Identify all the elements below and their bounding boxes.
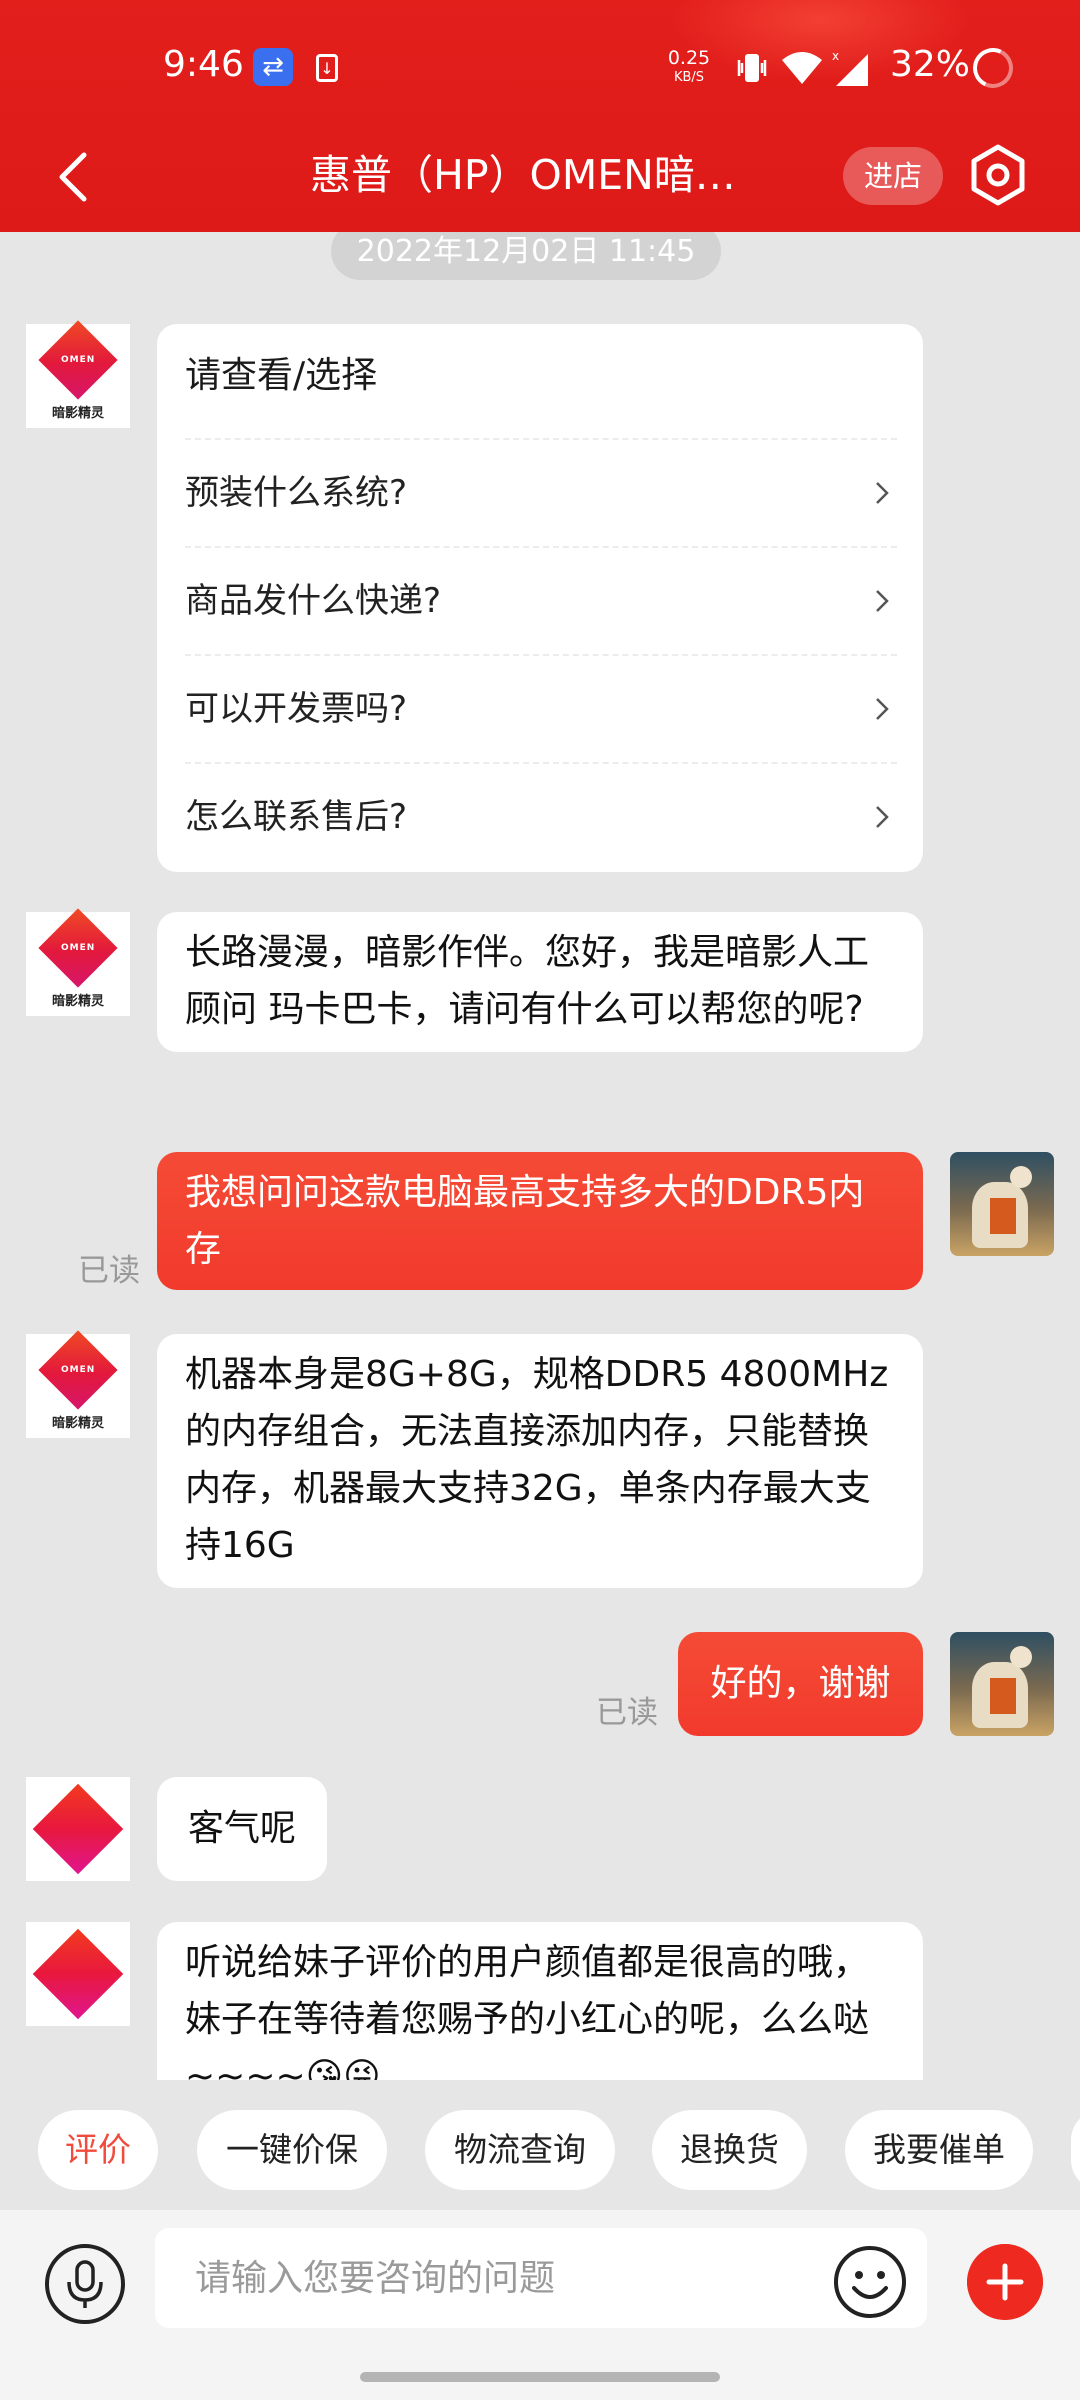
faq-item-shipping[interactable]: 商品发什么快递?: [185, 546, 897, 656]
quick-action-logistics[interactable]: 物流查询: [425, 2110, 615, 2190]
omen-logo-text: OMEN: [60, 1364, 96, 1375]
quick-actions-bar: 评价 一键价保 物流查询 退换货 我要催单: [0, 2080, 1080, 2210]
message-bubble-user[interactable]: 好的，谢谢: [678, 1632, 923, 1736]
avatar-head: [1010, 1646, 1032, 1668]
microphone-icon[interactable]: [45, 2244, 125, 2324]
nav-bar: 惠普（HP）OMEN暗… 进店: [0, 135, 1080, 232]
chevron-right-icon: [876, 482, 889, 504]
message-text: 我想问问这款电脑最高支持多大的DDR5内存: [185, 1172, 865, 1270]
message-bubble-user[interactable]: 我想问问这款电脑最高支持多大的DDR5内存: [157, 1152, 923, 1290]
status-time: 9:46: [163, 44, 244, 85]
read-status: 已读: [596, 1695, 658, 1731]
omen-logo-text: OMEN: [60, 354, 96, 365]
microphone-glyph: [67, 2260, 103, 2308]
chevron-right-icon: [876, 698, 889, 720]
quick-action-more[interactable]: [1071, 2110, 1080, 2190]
message-text: 好的，谢谢: [710, 1663, 891, 1704]
message-bubble-shop[interactable]: 长路漫漫，暗影作伴。您好，我是暗影人工顾问 玛卡巴卡，请问有什么可以帮您的呢?: [157, 912, 923, 1052]
omen-logo-text: OMEN: [60, 942, 96, 953]
message-text: 客气呢: [187, 1808, 296, 1849]
shop-avatar-caption: 暗影精灵: [51, 993, 104, 1009]
enter-store-button[interactable]: 进店: [843, 147, 943, 205]
omen-logo: OMEN: [38, 907, 118, 988]
shop-avatar[interactable]: OMEN 暗影精灵: [26, 319, 130, 428]
settings-icon[interactable]: [964, 141, 1032, 209]
home-indicator[interactable]: [360, 2372, 720, 2382]
page-title: 惠普（HP）OMEN暗…: [310, 151, 736, 199]
faq-menu-heading: 请查看/选择: [185, 355, 378, 396]
faq-item-invoice[interactable]: 可以开发票吗?: [185, 654, 897, 764]
message-text: 听说给妹子评价的用户颜值都是很高的哦，妹子在等待着您赐予的小红心的呢，么么哒~~…: [185, 1942, 870, 2080]
message-text: 长路漫漫，暗影作伴。您好，我是暗影人工顾问 玛卡巴卡，请问有什么可以帮您的呢?: [185, 932, 870, 1030]
shop-avatar[interactable]: [26, 1922, 130, 2026]
chat-timestamp: 2022年12月02日 11:45: [331, 232, 721, 280]
message-input[interactable]: [155, 2228, 927, 2328]
message-bubble-shop[interactable]: 客气呢: [157, 1777, 327, 1881]
shop-logo: [32, 1928, 124, 2020]
status-bar: 9:46 ⇄ ↓ 0.25 KB/S x 32%: [0, 0, 1080, 135]
faq-item-label: 预装什么系统?: [185, 473, 408, 513]
shop-avatar-caption: 暗影精灵: [51, 405, 104, 421]
wifi-icon: [782, 52, 822, 84]
shop-avatar[interactable]: [26, 1777, 130, 1881]
signal-icon: x: [832, 49, 868, 86]
header: 9:46 ⇄ ↓ 0.25 KB/S x 32% 惠普（HP）OMEN暗… 进店: [0, 0, 1080, 232]
quick-action-review[interactable]: 评价: [38, 2110, 158, 2190]
shop-avatar[interactable]: OMEN 暗影精灵: [26, 1329, 130, 1438]
avatar-detail: [990, 1678, 1016, 1714]
battery-percent: 32%: [890, 44, 971, 85]
vibrate-icon: [737, 54, 767, 82]
quick-action-price-protect[interactable]: 一键价保: [197, 2110, 387, 2190]
omen-logo: OMEN: [38, 319, 118, 400]
back-icon[interactable]: [46, 145, 102, 209]
input-bar: [0, 2210, 1080, 2400]
battery-icon: [967, 42, 1019, 94]
read-status: 已读: [78, 1253, 140, 1289]
network-speed-unit: KB/S: [673, 70, 705, 85]
chevron-right-icon: [876, 590, 889, 612]
faq-menu-card: 请查看/选择 预装什么系统? 商品发什么快递? 可以开发票吗? 怎么联系售后?: [157, 324, 923, 872]
network-speed: 0.25 KB/S: [664, 48, 714, 88]
faq-item-label: 怎么联系售后?: [185, 797, 408, 837]
omen-logo: OMEN: [38, 1329, 118, 1410]
download-notification-icon: ↓: [316, 54, 338, 82]
shop-avatar-caption: 暗影精灵: [51, 1415, 104, 1431]
plus-icon[interactable]: [967, 2244, 1043, 2320]
faq-item-label: 商品发什么快递?: [185, 581, 442, 621]
svg-text:x: x: [832, 49, 839, 63]
network-speed-value: 0.25: [667, 47, 711, 69]
emoji-icon[interactable]: [832, 2244, 908, 2320]
faq-item-label: 可以开发票吗?: [185, 689, 408, 729]
chevron-right-icon: [876, 806, 889, 828]
avatar-detail: [990, 1198, 1016, 1234]
chat-area[interactable]: 2022年12月02日 11:45 OMEN 暗影精灵 请查看/选择 预装什么系…: [0, 232, 1080, 2080]
user-avatar[interactable]: [950, 1632, 1054, 1736]
faq-item-after-sales[interactable]: 怎么联系售后?: [185, 762, 897, 872]
quick-action-urge[interactable]: 我要催单: [845, 2110, 1033, 2190]
faq-item-system[interactable]: 预装什么系统?: [185, 438, 897, 548]
message-bubble-shop[interactable]: 听说给妹子评价的用户颜值都是很高的哦，妹子在等待着您赐予的小红心的呢，么么哒~~…: [157, 1922, 923, 2080]
message-text: 机器本身是8G+8G，规格DDR5 4800MHz的内存组合，无法直接添加内存，…: [185, 1354, 889, 1566]
quick-action-return[interactable]: 退换货: [652, 2110, 807, 2190]
message-bubble-shop[interactable]: 机器本身是8G+8G，规格DDR5 4800MHz的内存组合，无法直接添加内存，…: [157, 1334, 923, 1588]
shop-avatar[interactable]: OMEN 暗影精灵: [26, 907, 130, 1016]
app-notification-icon: ⇄: [253, 48, 293, 86]
shop-logo: [32, 1783, 124, 1875]
user-avatar[interactable]: [950, 1152, 1054, 1256]
avatar-head: [1010, 1166, 1032, 1188]
